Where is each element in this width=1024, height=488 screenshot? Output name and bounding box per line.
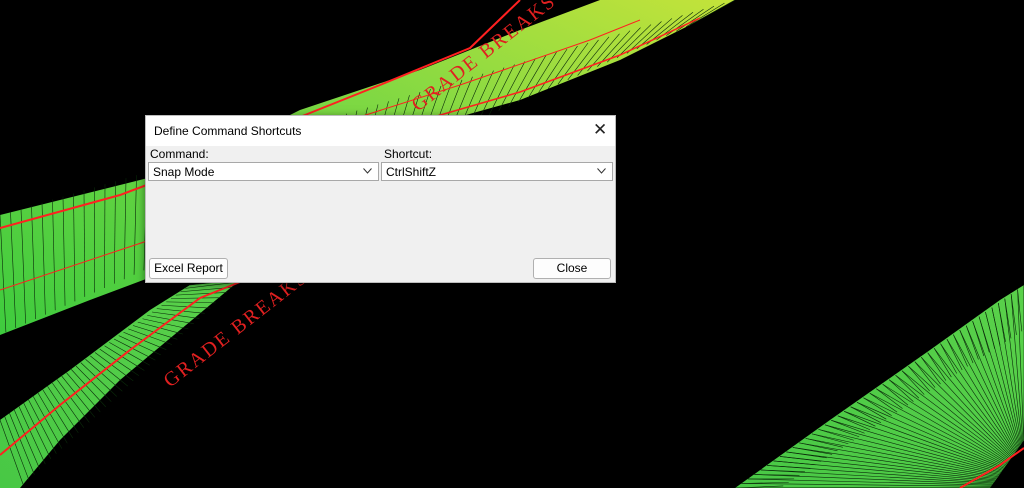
close-button[interactable]: Close [533, 258, 611, 279]
command-label: Command: [150, 147, 209, 161]
command-dropdown[interactable]: Snap Mode [148, 162, 379, 181]
close-icon[interactable]: ✕ [593, 121, 607, 139]
shortcut-dropdown[interactable]: CtrlShiftZ [381, 162, 613, 181]
excel-report-button[interactable]: Excel Report [149, 258, 228, 279]
command-value: Snap Mode [153, 165, 215, 179]
dialog-title-bar[interactable]: Define Command Shortcuts ✕ [146, 116, 615, 146]
dialog-title: Define Command Shortcuts [154, 124, 302, 138]
shortcut-value: CtrlShiftZ [386, 165, 437, 179]
chevron-down-icon [597, 168, 606, 174]
chevron-down-icon [363, 168, 372, 174]
road-surface-lower-right [734, 285, 1024, 488]
shortcut-label: Shortcut: [384, 147, 433, 161]
define-command-shortcuts-dialog: Define Command Shortcuts ✕ Command: Snap… [145, 115, 616, 283]
